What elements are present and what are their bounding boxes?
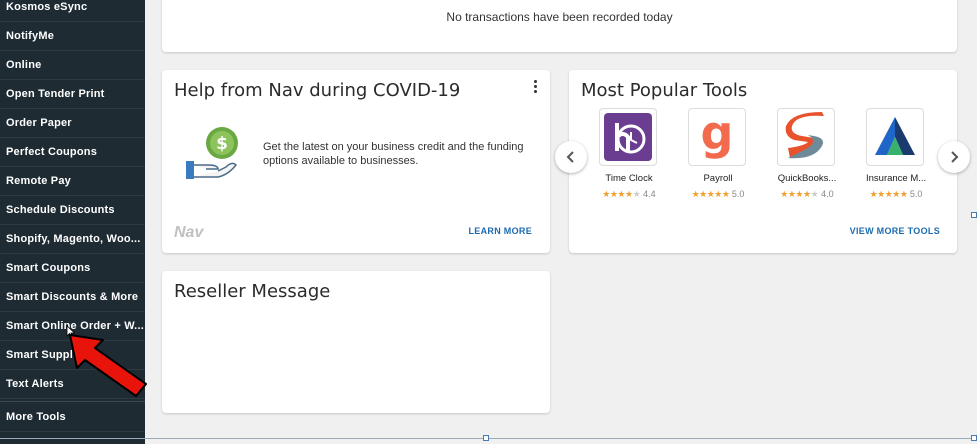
quickbooks-sync-logo-icon <box>777 108 835 166</box>
tool-time-clock[interactable]: Time Clock ★★★★★ 4.4 <box>599 108 659 200</box>
view-more-tools-link[interactable]: VIEW MORE TOOLS <box>850 226 940 236</box>
sidebar-item-smart-discounts[interactable]: Smart Discounts & More <box>0 283 145 312</box>
tool-payroll[interactable]: g Payroll ★★★★★ 5.0 <box>688 108 748 200</box>
sidebar-item-order-paper[interactable]: Order Paper <box>0 109 145 138</box>
sidebar-item-shopify-magento[interactable]: Shopify, Magento, Woo... <box>0 225 145 254</box>
sidebar-item-kosmos-esync[interactable]: Kosmos eSync <box>0 0 145 22</box>
transactions-card: No transactions have been recorded today <box>162 0 957 52</box>
no-transactions-message: No transactions have been recorded today <box>446 10 673 24</box>
resize-handle[interactable] <box>483 435 489 441</box>
sidebar-item-schedule-discounts[interactable]: Schedule Discounts <box>0 196 145 225</box>
sidebar-item-notifyme[interactable]: NotifyMe <box>0 22 145 51</box>
chevron-left-icon <box>566 151 574 163</box>
tool-rating: ★★★★★ 4.0 <box>780 189 834 199</box>
resize-handle[interactable] <box>971 212 977 218</box>
star-rating-icon: ★★★★★ <box>691 189 730 199</box>
star-rating-icon: ★★★★ <box>602 189 633 199</box>
nav-card-title: Help from Nav during COVID-19 <box>174 80 461 101</box>
time-clock-logo-icon <box>599 108 657 166</box>
insurance-logo-icon <box>866 108 924 166</box>
learn-more-link[interactable]: LEARN MORE <box>469 226 533 236</box>
red-annotation-arrow-icon <box>69 334 147 397</box>
more-options-icon[interactable] <box>534 80 538 93</box>
sidebar-item-remote-pay[interactable]: Remote Pay <box>0 167 145 196</box>
nav-card-description: Get the latest on your business credit a… <box>263 141 524 167</box>
tool-rating: ★★★★★ 5.0 <box>869 189 923 199</box>
resize-handle[interactable] <box>971 435 977 441</box>
tools-card-title: Most Popular Tools <box>581 80 748 101</box>
dollar-coin-hand-icon: $ <box>186 127 238 179</box>
tool-name: Insurance M... <box>866 173 926 184</box>
sidebar-item-perfect-coupons[interactable]: Perfect Coupons <box>0 138 145 167</box>
carousel-next-button[interactable] <box>938 141 970 173</box>
chevron-right-icon <box>951 151 959 163</box>
reseller-message-card: Reseller Message <box>162 271 550 413</box>
nav-covid-card: Help from Nav during COVID-19 $ Get the … <box>162 70 550 253</box>
svg-text:$: $ <box>216 134 228 154</box>
tool-rating: ★★★★★ 5.0 <box>691 189 745 199</box>
tool-insurance[interactable]: Insurance M... ★★★★★ 5.0 <box>866 108 926 200</box>
sidebar-item-smart-coupons[interactable]: Smart Coupons <box>0 254 145 283</box>
tool-name: Time Clock <box>605 173 653 184</box>
star-rating-icon: ★★★★ <box>780 189 811 199</box>
sidebar-item-open-tender-print[interactable]: Open Tender Print <box>0 80 145 109</box>
reseller-card-title: Reseller Message <box>174 281 331 302</box>
tool-quickbooks[interactable]: QuickBooks... ★★★★★ 4.0 <box>777 108 837 200</box>
tool-rating: ★★★★★ 4.4 <box>602 189 656 199</box>
sidebar-more-tools[interactable]: More Tools <box>0 401 145 432</box>
main-content: No transactions have been recorded today… <box>145 0 977 444</box>
tool-name: Payroll <box>703 173 733 184</box>
sidebar-item-online[interactable]: Online <box>0 51 145 80</box>
tool-name: QuickBooks... <box>777 173 837 184</box>
payroll-logo-icon: g <box>688 108 746 166</box>
nav-logo: Nav <box>174 224 204 241</box>
carousel-prev-button[interactable] <box>555 141 587 173</box>
star-rating-icon: ★★★★★ <box>869 189 908 199</box>
